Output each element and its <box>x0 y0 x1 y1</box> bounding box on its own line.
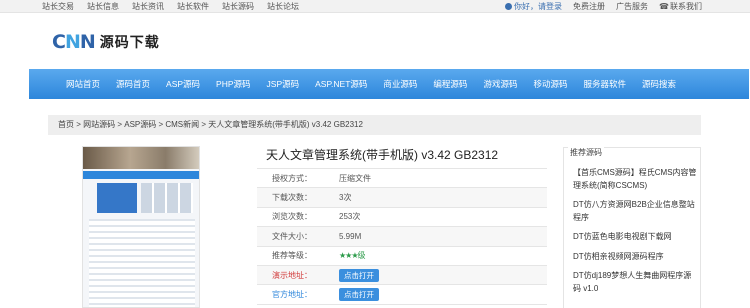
nav-item-mobile[interactable]: 移动源码 <box>525 78 575 90</box>
official-open-button[interactable]: 点击打开 <box>339 288 379 302</box>
info-label: 推荐等级： <box>272 251 312 261</box>
info-label: 官方地址： <box>272 290 312 300</box>
list-item[interactable]: DT仿八方资源网B2B企业信息整站程序 <box>573 199 699 224</box>
ads-link[interactable]: 广告服务 <box>616 1 648 12</box>
recommended-panel: 推荐源码 【首乐CMS源码】程氏CMS内容管理系统(简称CSCMS) DT仿八方… <box>563 147 701 308</box>
top-link-trade[interactable]: 站长交易 <box>42 1 74 12</box>
nav-item-games[interactable]: 游戏源码 <box>475 78 525 90</box>
info-label: 下载次数： <box>272 193 312 203</box>
nav-item-home[interactable]: 网站首页 <box>58 78 108 90</box>
screenshot-banner <box>83 147 199 169</box>
list-item[interactable]: 【首乐CMS源码】程氏CMS内容管理系统(简称CSCMS) <box>573 167 699 192</box>
nav-item-server[interactable]: 服务器软件 <box>575 78 634 90</box>
recommended-title: 推荐源码 <box>568 147 604 158</box>
logo-text: 源码下载 <box>99 34 160 50</box>
nav-item-aspnet[interactable]: ASP.NET源码 <box>307 78 375 90</box>
screenshot-lines <box>89 219 195 307</box>
rating-stars: ★★★级 <box>339 251 365 261</box>
login-label: 你好，请登录 <box>514 2 563 11</box>
list-item[interactable]: DT仿相亲视频网源码程序 <box>573 251 699 264</box>
contact-label: 联系我们 <box>670 2 702 11</box>
breadcrumb[interactable]: 首页 > 网站源码 > ASP源码 > CMS新闻 > 天人文章管理系统(带手机… <box>48 115 701 135</box>
nav-item-asp[interactable]: ASP源码 <box>158 78 208 90</box>
info-label: 浏览次数： <box>272 212 312 222</box>
info-row-size: 文件大小： 5.99M <box>257 227 547 247</box>
info-row-demo: 演示地址： 点击打开 <box>257 265 547 286</box>
user-icon <box>505 3 513 10</box>
info-value: 253次 <box>339 212 361 222</box>
top-link-info[interactable]: 站长信息 <box>87 1 119 12</box>
login-link[interactable]: 你好，请登录 <box>505 1 562 12</box>
info-label: 文件大小： <box>272 231 312 241</box>
info-row-rating: 推荐等级： ★★★级 <box>257 247 547 266</box>
logo-mark-right: N <box>79 31 96 53</box>
nav-item-search[interactable]: 源码搜索 <box>634 78 684 90</box>
info-row-license: 授权方式： 压缩文件 <box>257 169 547 189</box>
top-link-software[interactable]: 站长软件 <box>177 1 209 12</box>
info-table: 授权方式： 压缩文件 下载次数： 3次 浏览次数： 253次 文件大小： 5.9… <box>257 168 547 305</box>
header: CNN 源码下载 <box>0 13 750 69</box>
top-bar: 站长交易 站长信息 站长资讯 站长软件 站长源码 站长论坛 你好，请登录 免费注… <box>0 0 750 13</box>
info-value: 5.99M <box>339 231 362 241</box>
screenshot-navbar <box>83 171 199 179</box>
nav-item-php[interactable]: PHP源码 <box>208 78 258 90</box>
nav-item-programming[interactable]: 编程源码 <box>425 78 475 90</box>
product-screenshot[interactable] <box>82 146 200 308</box>
nav-item-commercial[interactable]: 商业源码 <box>375 78 425 90</box>
logo-mark-left: C <box>52 31 66 53</box>
top-link-news[interactable]: 站长资讯 <box>132 1 164 12</box>
top-right-links: 你好，请登录 免费注册 广告服务 ☎联系我们 <box>505 1 702 12</box>
screenshot-grid <box>141 183 193 213</box>
info-label: 演示地址： <box>272 270 312 280</box>
top-link-source[interactable]: 站长源码 <box>222 1 254 12</box>
info-value: 压缩文件 <box>339 173 371 183</box>
info-row-downloads: 下载次数： 3次 <box>257 188 547 208</box>
contact-link[interactable]: ☎联系我们 <box>659 1 702 12</box>
logo-mark: CNN <box>52 31 96 53</box>
recommended-list: 【首乐CMS源码】程氏CMS内容管理系统(简称CSCMS) DT仿八方资源网B2… <box>573 167 699 302</box>
list-item[interactable]: DT仿dj189梦想人生舞曲网程序源码 v1.0 <box>573 270 699 295</box>
phone-icon: ☎ <box>659 2 669 11</box>
top-link-forum[interactable]: 站长论坛 <box>267 1 299 12</box>
info-row-official: 官方地址： 点击打开 <box>257 285 547 305</box>
main-nav: 网站首页 源码首页 ASP源码 PHP源码 JSP源码 ASP.NET源码 商业… <box>29 69 749 99</box>
register-link[interactable]: 免费注册 <box>573 1 605 12</box>
page-title: 天人文章管理系统(带手机版) v3.42 GB2312 <box>266 148 499 162</box>
demo-open-button[interactable]: 点击打开 <box>339 268 379 282</box>
screenshot-block <box>97 183 137 213</box>
info-label: 授权方式： <box>272 173 312 183</box>
info-row-views: 浏览次数： 253次 <box>257 208 547 228</box>
site-logo[interactable]: CNN 源码下载 <box>52 31 160 53</box>
nav-item-source-home[interactable]: 源码首页 <box>108 78 158 90</box>
list-item[interactable]: DT仿蓝色电影电视剧下载网 <box>573 231 699 244</box>
info-value: 3次 <box>339 193 352 203</box>
logo-mark-mid: N <box>64 31 81 53</box>
nav-item-jsp[interactable]: JSP源码 <box>259 78 308 90</box>
top-links: 站长交易 站长信息 站长资讯 站长软件 站长源码 站长论坛 <box>42 1 299 12</box>
